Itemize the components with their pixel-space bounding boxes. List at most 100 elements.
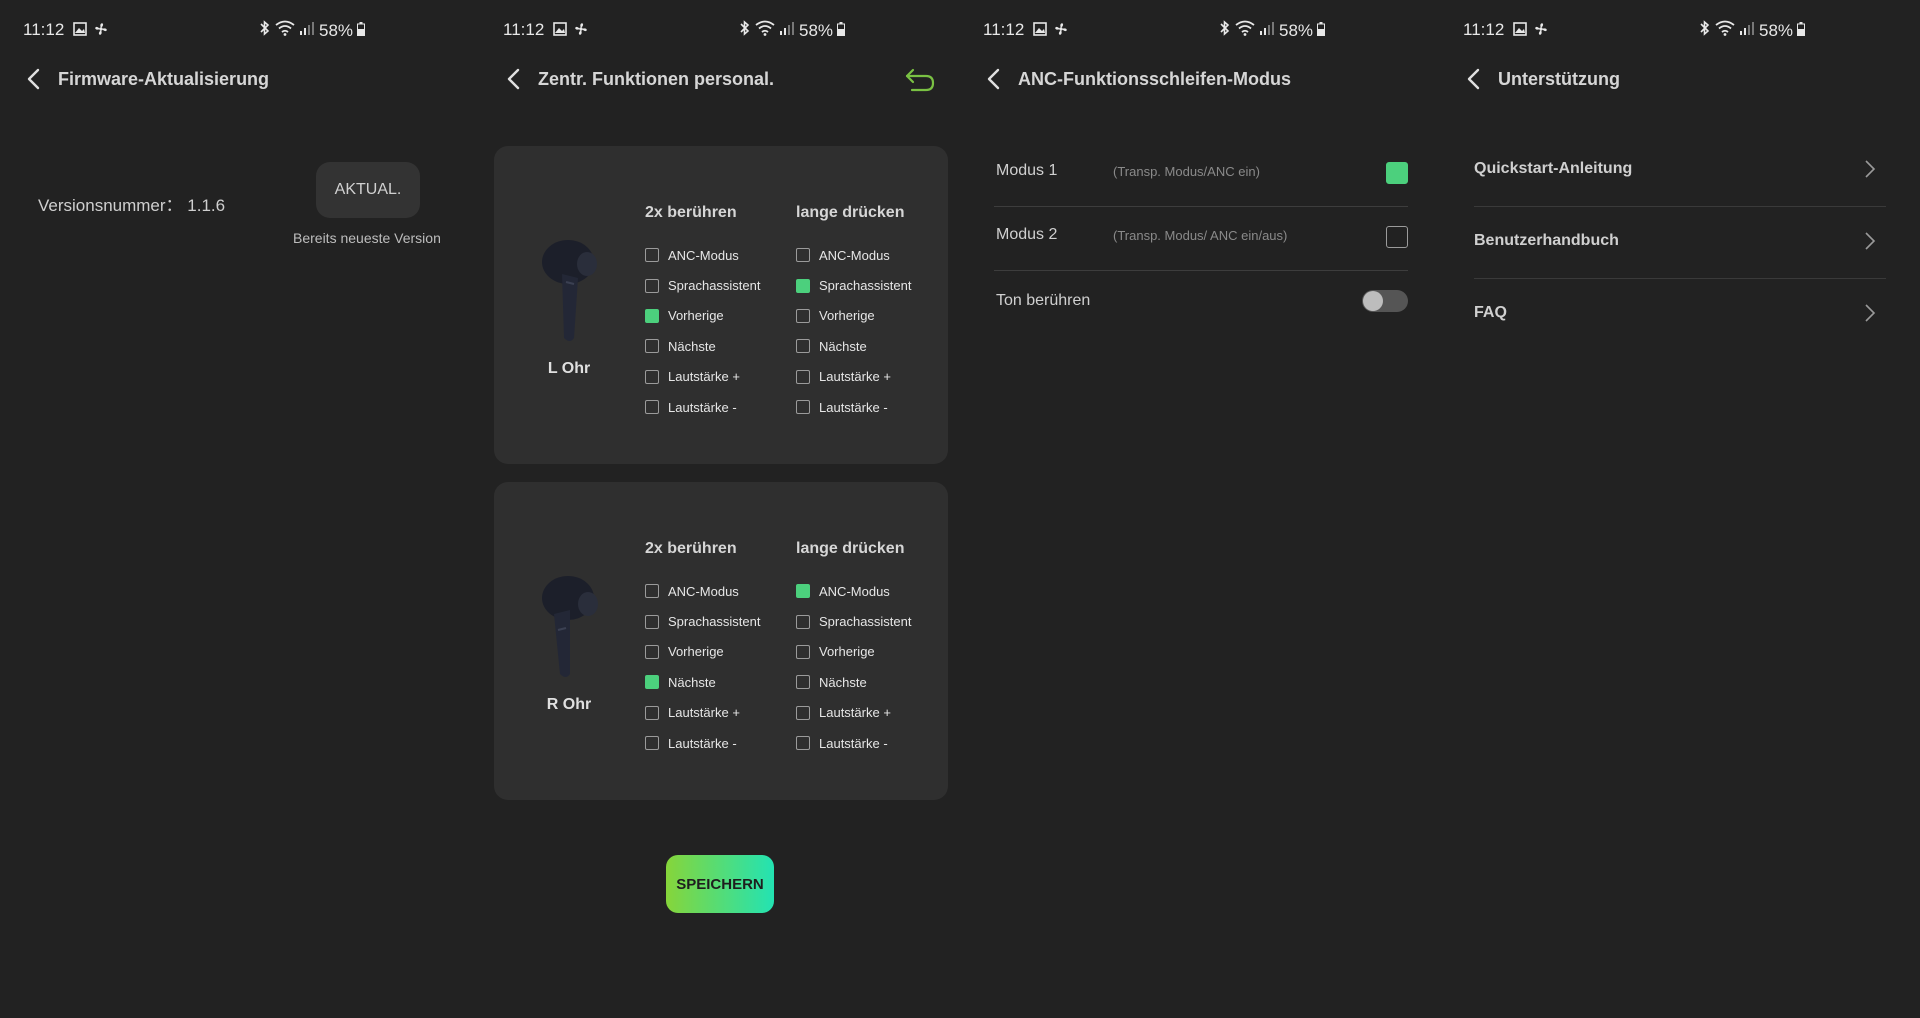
support-item-faq[interactable]: FAQ: [1474, 278, 1886, 350]
mode-checkbox[interactable]: [1386, 162, 1408, 184]
header: Firmware-Aktualisierung: [24, 66, 456, 96]
mode-checkbox[interactable]: [1386, 226, 1408, 248]
option-row[interactable]: Sprachassistent: [645, 606, 761, 636]
mode-name: Modus 1: [996, 162, 1058, 179]
option-label: Vorherige: [819, 308, 875, 324]
touch-column: 2x berühren ANC-Modus Sprachassistent Vorh…: [645, 540, 761, 758]
battery-percent: 58%: [1279, 20, 1314, 40]
option-checkbox[interactable]: [796, 339, 810, 354]
status-icons: 58%: [259, 20, 366, 41]
support-item-manual[interactable]: Benutzerhandbuch: [1474, 206, 1886, 279]
option-checkbox[interactable]: [796, 248, 810, 263]
mode-row-1[interactable]: Modus 1 (Transp. Modus/ANC ein): [994, 142, 1408, 207]
option-row[interactable]: Lautstärke +: [645, 698, 761, 728]
option-checkbox[interactable]: [796, 736, 810, 751]
option-row[interactable]: Lautstärke -: [645, 728, 761, 758]
battery-icon: [357, 21, 366, 41]
option-checkbox[interactable]: [645, 278, 659, 293]
back-arrow-icon[interactable]: [1466, 68, 1482, 95]
option-row[interactable]: Lautstärke -: [796, 728, 912, 758]
header: Unterstützung: [1464, 66, 1896, 96]
option-checkbox[interactable]: [645, 644, 659, 659]
option-checkbox[interactable]: [645, 308, 659, 323]
signal-icon: [1739, 20, 1755, 41]
option-row[interactable]: Nächste: [796, 331, 912, 361]
anc-loop-mode-screen: 11:12 58% ANC-Funktionsschleifen-Modus M…: [960, 0, 1440, 1018]
back-arrow-icon[interactable]: [26, 68, 42, 95]
mode-description: (Transp. Modus/ ANC ein/aus): [1113, 228, 1288, 243]
option-checkbox[interactable]: [796, 584, 810, 599]
option-row[interactable]: Lautstärke +: [796, 362, 912, 392]
custom-functions-screen: 11:12 58% Zentr. Funktionen personal. L …: [480, 0, 960, 1018]
option-checkbox[interactable]: [796, 644, 810, 659]
option-checkbox[interactable]: [796, 308, 810, 323]
back-arrow-icon[interactable]: [986, 68, 1002, 95]
option-checkbox[interactable]: [796, 278, 810, 293]
option-row[interactable]: ANC-Modus: [796, 240, 912, 270]
option-label: Lautstärke +: [668, 369, 740, 385]
option-label: Vorherige: [668, 644, 724, 660]
back-arrow-icon[interactable]: [506, 68, 522, 95]
option-row[interactable]: Lautstärke -: [796, 392, 912, 422]
option-checkbox[interactable]: [645, 248, 659, 263]
earbud-image: [542, 240, 597, 341]
mode-row-2[interactable]: Modus 2 (Transp. Modus/ ANC ein/aus): [994, 206, 1408, 271]
undo-icon[interactable]: [904, 66, 936, 99]
touch-sound-toggle[interactable]: [1362, 290, 1408, 312]
option-row[interactable]: Nächste: [645, 667, 761, 697]
option-label: Nächste: [819, 674, 867, 690]
option-row[interactable]: Sprachassistent: [796, 606, 912, 636]
option-checkbox[interactable]: [645, 369, 659, 384]
option-row[interactable]: ANC-Modus: [645, 240, 761, 270]
option-checkbox[interactable]: [645, 736, 659, 751]
support-item-quickstart[interactable]: Quickstart-Anleitung: [1474, 134, 1886, 207]
fan-icon: [1053, 21, 1069, 42]
chevron-right-icon: [1864, 159, 1876, 184]
firmware-update-screen: 11:12 58% Firmware-Aktualisierung Versio…: [0, 0, 480, 1018]
touch-sound-label: Ton berühren: [996, 292, 1091, 309]
option-row[interactable]: Vorherige: [645, 301, 761, 331]
option-row[interactable]: Vorherige: [645, 637, 761, 667]
status-time: 11:12: [1463, 20, 1505, 39]
status-bar: 11:12 58%: [1463, 18, 1920, 42]
option-checkbox[interactable]: [796, 614, 810, 629]
option-row[interactable]: Lautstärke +: [645, 362, 761, 392]
image-icon: [1033, 21, 1047, 41]
mode-name: Modus 2: [996, 226, 1058, 243]
option-row[interactable]: Lautstärke -: [645, 392, 761, 422]
option-checkbox[interactable]: [645, 614, 659, 629]
option-row[interactable]: ANC-Modus: [796, 576, 912, 606]
header: ANC-Funktionsschleifen-Modus: [984, 66, 1416, 96]
option-row[interactable]: ANC-Modus: [645, 576, 761, 606]
option-row[interactable]: Vorherige: [796, 301, 912, 331]
option-label: Lautstärke -: [819, 399, 888, 415]
option-checkbox[interactable]: [796, 675, 810, 690]
option-checkbox[interactable]: [796, 705, 810, 720]
wifi-icon: [1235, 20, 1255, 41]
option-checkbox[interactable]: [796, 369, 810, 384]
right-ear-card: R Ohr 2x berühren ANC-Modus Sprachassiste…: [494, 482, 948, 800]
option-checkbox[interactable]: [645, 675, 659, 690]
save-button[interactable]: SPEICHERN: [666, 855, 774, 913]
option-row[interactable]: Sprachassistent: [645, 270, 761, 300]
status-icons: 58%: [739, 20, 846, 41]
image-icon: [1513, 21, 1527, 41]
option-checkbox[interactable]: [645, 400, 659, 415]
status-bar: 11:12 58%: [503, 18, 960, 42]
battery-icon: [1317, 21, 1326, 41]
fan-icon: [573, 21, 589, 42]
option-checkbox[interactable]: [645, 705, 659, 720]
column-header: lange drücken: [796, 204, 905, 221]
option-checkbox[interactable]: [645, 584, 659, 599]
support-item-label: Quickstart-Anleitung: [1474, 160, 1633, 177]
option-row[interactable]: Lautstärke +: [796, 698, 912, 728]
update-button[interactable]: AKTUAL.: [316, 162, 420, 218]
battery-percent: 58%: [1759, 20, 1794, 40]
option-row[interactable]: Nächste: [645, 331, 761, 361]
option-row[interactable]: Vorherige: [796, 637, 912, 667]
option-row[interactable]: Sprachassistent: [796, 270, 912, 300]
option-row[interactable]: Nächste: [796, 667, 912, 697]
status-icons: 58%: [1219, 20, 1326, 41]
option-checkbox[interactable]: [645, 339, 659, 354]
option-checkbox[interactable]: [796, 400, 810, 415]
